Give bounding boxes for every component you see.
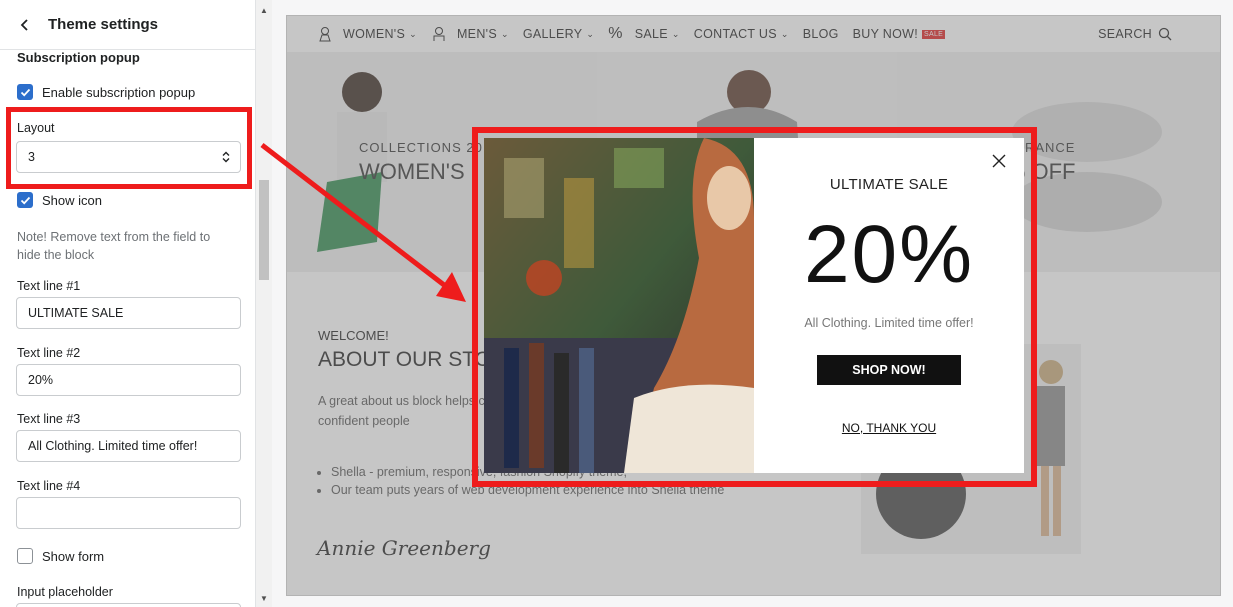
show-icon-label: Show icon [42, 192, 102, 208]
show-icon-checkbox-row[interactable]: Show icon [17, 192, 102, 208]
layout-highlight-box [6, 107, 252, 189]
input-placeholder-input[interactable] [16, 603, 241, 607]
note-text: Note! Remove text from the field to hide… [17, 230, 211, 262]
back-arrow-icon[interactable] [18, 18, 32, 32]
check-icon [20, 196, 30, 204]
show-form-label: Show form [42, 548, 105, 564]
show-icon-checkbox[interactable] [17, 192, 33, 208]
text-line-1-label: Text line #1 [17, 279, 81, 293]
panel-title: Theme settings [48, 16, 159, 33]
settings-panel: Theme settings Subscription popup Enable… [0, 0, 256, 607]
text-line-1-input[interactable]: ULTIMATE SALE [16, 297, 241, 329]
popup-highlight-box [472, 127, 1037, 487]
check-icon [20, 88, 30, 96]
show-form-checkbox-row[interactable]: Show form [17, 548, 104, 564]
enable-popup-checkbox[interactable] [17, 84, 33, 100]
enable-popup-checkbox-row[interactable]: Enable subscription popup [17, 84, 195, 100]
panel-header: Theme settings [0, 0, 255, 50]
section-title: Subscription popup [17, 50, 140, 65]
show-form-checkbox[interactable] [17, 548, 33, 564]
panel-scrollbar[interactable] [256, 0, 272, 607]
scrollbar-thumb[interactable] [259, 180, 269, 280]
scroll-down-icon[interactable]: ▼ [259, 594, 269, 604]
input-placeholder-label: Input placeholder [17, 585, 113, 599]
text-line-2-label: Text line #2 [17, 346, 81, 360]
text-line-4-label: Text line #4 [17, 479, 81, 493]
text-line-4-input[interactable] [16, 497, 241, 529]
text-line-2-input[interactable]: 20% [16, 364, 241, 396]
text-line-3-label: Text line #3 [17, 412, 81, 426]
enable-popup-label: Enable subscription popup [42, 84, 196, 100]
scroll-up-icon[interactable]: ▲ [259, 6, 269, 16]
text-line-3-input[interactable]: All Clothing. Limited time offer! [16, 430, 241, 462]
